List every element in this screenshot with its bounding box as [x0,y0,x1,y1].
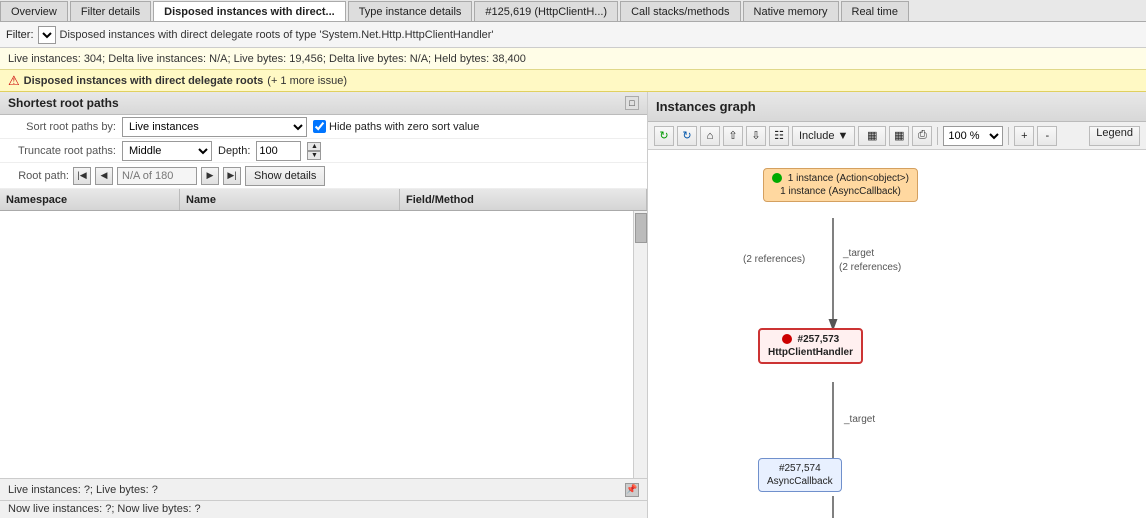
table-body[interactable] [0,211,647,478]
filter-label: Filter: [6,29,34,41]
filter-value: Disposed instances with direct delegate … [60,29,1141,41]
truncate-select[interactable]: Middle [122,141,212,161]
nav-first-btn[interactable]: |◀ [73,167,91,185]
right-panel: Instances graph ↻ ↻ ⌂ ⇧ ⇩ ☷ Include ▼ ▦ … [648,92,1146,518]
down-btn[interactable]: ⇩ [746,126,766,146]
copy-btn[interactable]: ⎙ [912,126,932,146]
col-field-method: Field/Method [400,189,647,210]
depth-label: Depth: [218,145,250,157]
root-path-row: Root path: |◀ ◀ N/A of 180 ▶ ▶| Show det… [0,163,647,189]
refresh-green-btn[interactable]: ↻ [654,126,674,146]
scroll-thumb[interactable] [635,213,647,243]
hide-zero-checkbox[interactable] [313,120,326,133]
instances-graph-title: Instances graph [648,92,1146,122]
status-text2: Now live instances: ?; Now live bytes: ? [8,503,201,515]
svg-text:(2 references): (2 references) [743,254,805,265]
col-namespace: Namespace [0,189,180,210]
info-text: Live instances: 304; Delta live instance… [8,53,526,65]
zoom-in-btn[interactable]: + [1014,126,1034,146]
tab-type-instance-details[interactable]: Type instance details [348,1,473,21]
up-btn[interactable]: ⇧ [723,126,743,146]
sort-select[interactable]: Live instances [122,117,307,137]
tab-native-memory[interactable]: Native memory [743,1,839,21]
pin-icon[interactable]: 📌 [625,483,639,497]
status-text: Live instances: ?; Live bytes: ? [8,484,158,496]
truncate-row: Truncate root paths: Middle Depth: ▲ ▼ [0,139,647,163]
zoom-select[interactable]: 100 % [943,126,1003,146]
depth-input[interactable] [256,141,301,161]
table-header: Namespace Name Field/Method [0,189,647,211]
tab-call-stacks[interactable]: Call stacks/methods [620,1,740,21]
hide-zero-text: Hide paths with zero sort value [329,121,479,133]
main-content: Shortest root paths □ Sort root paths by… [0,92,1146,518]
svg-text:(2 references): (2 references) [839,262,901,273]
toolbar-sep [937,127,938,145]
nav-prev-btn[interactable]: ◀ [95,167,113,185]
shortest-root-paths-title: Shortest root paths [8,96,119,110]
svg-text:_target: _target [843,414,875,425]
tab-125619[interactable]: #125,619 (HttpClientH...) [474,1,618,21]
tab-disposed-instances[interactable]: Disposed instances with direct... [153,1,346,21]
root-path-label: Root path: [6,170,69,182]
tab-filter-details[interactable]: Filter details [70,1,151,21]
layout-btn[interactable]: ▦ [858,126,886,146]
grid-btn[interactable]: ☷ [769,126,789,146]
sort-row: Sort root paths by: Live instances Hide … [0,115,647,139]
zoom-out-btn[interactable]: - [1037,126,1057,146]
group-btn[interactable]: ▦ [889,126,909,146]
warning-bar: ⚠ Disposed instances with direct delegat… [0,70,1146,92]
tab-real-time[interactable]: Real time [841,1,909,21]
warning-icon: ⚠ [8,73,20,89]
node-action-asynccallback[interactable]: 1 instance (Action<object>) 1 instance (… [763,168,918,202]
hide-zero-label[interactable]: Hide paths with zero sort value [313,120,479,133]
scrollbar[interactable] [633,211,647,478]
legend-button[interactable]: Legend [1089,126,1140,146]
nav-last-btn[interactable]: ▶| [223,167,241,185]
depth-down-btn[interactable]: ▼ [307,151,321,160]
show-details-button[interactable]: Show details [245,166,325,186]
left-panel-title: Shortest root paths □ [0,92,647,115]
tab-overview[interactable]: Overview [0,1,68,21]
status-bar: Live instances: ?; Live bytes: ? 📌 [0,478,647,500]
truncate-label: Truncate root paths: [6,145,116,157]
warning-suffix: (+ 1 more issue) [267,75,347,87]
warning-text: Disposed instances with direct delegate … [24,75,264,87]
tabs-bar: Overview Filter details Disposed instanc… [0,0,1146,22]
nav-next-btn[interactable]: ▶ [201,167,219,185]
include-dropdown-icon: ▼ [837,130,848,142]
col-name: Name [180,189,400,210]
filter-bar: Filter: Disposed instances with direct d… [0,22,1146,48]
sort-label: Sort root paths by: [6,121,116,133]
graph-canvas[interactable]: (2 references) _target (2 references) _t… [648,150,1146,518]
toolbar-sep2 [1008,127,1009,145]
depth-spinner: ▲ ▼ [307,142,321,160]
graph-svg: (2 references) _target (2 references) _t… [648,150,1146,518]
node-httpclienthandler[interactable]: #257,573 HttpClientHandler [758,328,863,364]
home-btn[interactable]: ⌂ [700,126,720,146]
depth-up-btn[interactable]: ▲ [307,142,321,151]
root-path-nav: N/A of 180 [117,167,197,185]
status-bar-bottom: Now live instances: ?; Now live bytes: ? [0,500,647,518]
node-asynccallback[interactable]: #257,574 AsyncCallback [758,458,842,492]
refresh-btn[interactable]: ↻ [677,126,697,146]
panel-maximize-icon[interactable]: □ [625,96,639,110]
include-button[interactable]: Include ▼ [792,126,855,146]
graph-toolbar: ↻ ↻ ⌂ ⇧ ⇩ ☷ Include ▼ ▦ ▦ ⎙ 100 % + - Le… [648,122,1146,150]
filter-dropdown[interactable] [38,26,56,44]
svg-text:_target: _target [842,248,874,259]
info-bar: Live instances: 304; Delta live instance… [0,48,1146,70]
node1-green-icon [772,173,788,184]
left-panel: Shortest root paths □ Sort root paths by… [0,92,648,518]
